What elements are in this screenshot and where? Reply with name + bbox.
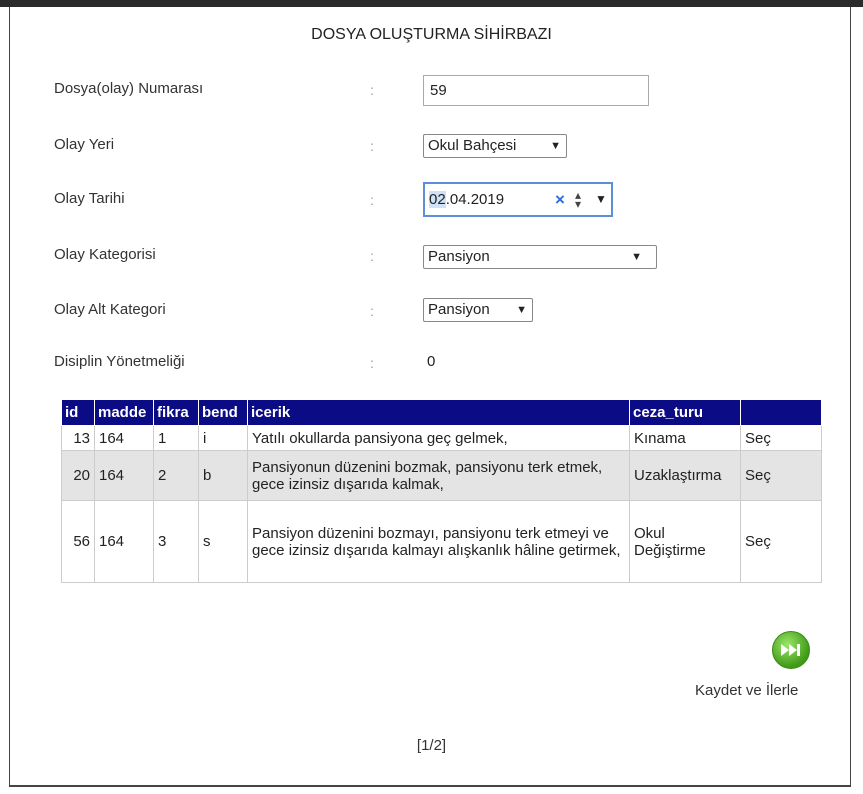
dropdown-arrow-icon: ▼ bbox=[516, 304, 527, 316]
cell-fikra: 3 bbox=[153, 500, 199, 583]
cell-icerik: Yatılı okullarda pansiyona geç gelmek, bbox=[247, 425, 630, 451]
cell-madde: 164 bbox=[94, 450, 154, 501]
regulation-value: 0 bbox=[427, 353, 436, 370]
column-header-icerik: icerik bbox=[247, 399, 630, 426]
fast-forward-icon bbox=[781, 644, 800, 656]
event-subcategory-select[interactable]: Pansiyon ▼ bbox=[423, 298, 533, 322]
cell-bend: i bbox=[198, 425, 248, 451]
event-place-label: Olay Yeri bbox=[54, 136, 115, 153]
file-number-label: Dosya(olay) Numarası bbox=[54, 80, 204, 97]
separator: : bbox=[370, 138, 374, 154]
regulation-table: id madde fikra bend icerik ceza_turu 13 … bbox=[61, 399, 822, 583]
column-header-bend: bend bbox=[198, 399, 248, 426]
page-title: DOSYA OLUŞTURMA SİHİRBAZI bbox=[311, 26, 552, 43]
cell-icerik: Pansiyonun düzenini bozmak, pansiyonu te… bbox=[247, 450, 630, 501]
select-link[interactable]: Seç bbox=[740, 450, 822, 501]
save-next-label[interactable]: Kaydet ve İlerle bbox=[695, 682, 798, 699]
cell-ceza-turu: Uzaklaştırma bbox=[629, 450, 741, 501]
cell-id: 56 bbox=[61, 500, 95, 583]
cell-bend: b bbox=[198, 450, 248, 501]
cell-madde: 164 bbox=[94, 425, 154, 451]
wizard-frame bbox=[9, 7, 851, 787]
column-header-ceza-turu: ceza_turu bbox=[629, 399, 741, 426]
column-header-fikra: fikra bbox=[153, 399, 199, 426]
page-indicator: [1/2] bbox=[416, 737, 447, 754]
cell-icerik: Pansiyon düzenini bozmayı, pansiyonu ter… bbox=[247, 500, 630, 583]
event-place-select[interactable]: Okul Bahçesi ▼ bbox=[423, 134, 567, 158]
separator: : bbox=[370, 82, 374, 98]
column-header-action bbox=[740, 399, 822, 426]
event-subcategory-label: Olay Alt Kategori bbox=[54, 301, 166, 318]
cell-fikra: 1 bbox=[153, 425, 199, 451]
date-day-segment[interactable]: 02 bbox=[429, 191, 446, 208]
event-subcategory-value: Pansiyon bbox=[428, 301, 490, 318]
cell-id: 13 bbox=[61, 425, 95, 451]
separator: : bbox=[370, 192, 374, 208]
top-bar bbox=[0, 0, 863, 7]
spinner-icon[interactable]: ▴ ▾ bbox=[575, 183, 581, 210]
select-link[interactable]: Seç bbox=[740, 425, 822, 451]
select-link[interactable]: Seç bbox=[740, 500, 822, 583]
save-next-button[interactable] bbox=[772, 631, 810, 669]
cell-fikra: 2 bbox=[153, 450, 199, 501]
event-place-value: Okul Bahçesi bbox=[428, 137, 517, 154]
clear-icon[interactable]: × bbox=[555, 184, 565, 215]
event-date-input[interactable]: 02.04.2019 × ▴ ▾ ▼ bbox=[423, 182, 613, 217]
separator: : bbox=[370, 355, 374, 371]
table-row: 20 164 2 b Pansiyonun düzenini bozmak, p… bbox=[61, 450, 822, 501]
regulation-label: Disiplin Yönetmeliği bbox=[54, 353, 185, 370]
separator: : bbox=[370, 248, 374, 264]
cell-id: 20 bbox=[61, 450, 95, 501]
file-number-input[interactable]: 59 bbox=[423, 75, 649, 106]
event-category-label: Olay Kategorisi bbox=[54, 246, 156, 263]
column-header-id: id bbox=[61, 399, 95, 426]
event-category-value: Pansiyon bbox=[428, 248, 490, 265]
cell-bend: s bbox=[198, 500, 248, 583]
event-category-select[interactable]: Pansiyon ▼ bbox=[423, 245, 657, 269]
cell-madde: 164 bbox=[94, 500, 154, 583]
table-row: 13 164 1 i Yatılı okullarda pansiyona ge… bbox=[61, 425, 822, 451]
date-rest-segment[interactable]: .04.2019 bbox=[446, 191, 504, 208]
cell-ceza-turu: Okul Değiştirme bbox=[629, 500, 741, 583]
dropdown-arrow-icon[interactable]: ▼ bbox=[595, 184, 607, 215]
dropdown-arrow-icon: ▼ bbox=[550, 140, 561, 152]
table-header-row: id madde fikra bend icerik ceza_turu bbox=[61, 399, 822, 426]
cell-ceza-turu: Kınama bbox=[629, 425, 741, 451]
dropdown-arrow-icon: ▼ bbox=[631, 251, 642, 263]
event-date-label: Olay Tarihi bbox=[54, 190, 125, 207]
column-header-madde: madde bbox=[94, 399, 154, 426]
table-row: 56 164 3 s Pansiyon düzenini bozmayı, pa… bbox=[61, 500, 822, 583]
separator: : bbox=[370, 303, 374, 319]
